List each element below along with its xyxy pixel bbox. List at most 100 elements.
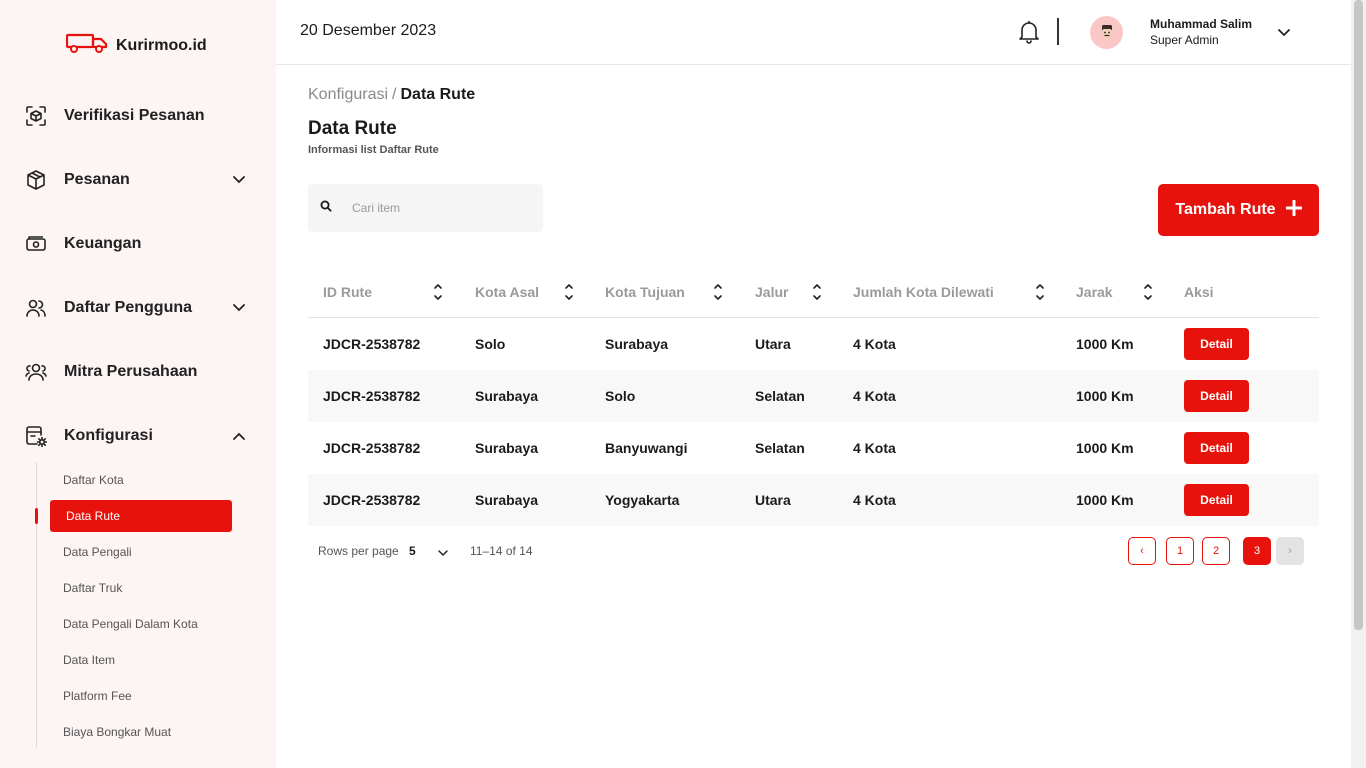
submenu-item-biaya-bongkar-muat[interactable]: Biaya Bongkar Muat [63,716,171,748]
column-header-jumlah-kota[interactable]: Jumlah Kota Dilewati [853,266,994,318]
chevron-down-icon[interactable] [1278,24,1292,38]
cell-jalur: Utara [755,336,791,352]
detail-button[interactable]: Detail [1184,328,1249,360]
cell-kota-tujuan: Banyuwangi [605,440,688,456]
cell-jumlah-kota: 4 Kota [853,336,896,352]
submenu-item-data-pengali[interactable]: Data Pengali [63,536,132,568]
top-header: 20 Desember 2023 Muhammad Salim Super Ad… [276,0,1351,65]
sort-icon[interactable] [433,282,443,302]
submenu-item-platform-fee[interactable]: Platform Fee [63,680,132,712]
cell-jalur: Utara [755,492,791,508]
submenu-item-data-pengali-dalam-kota[interactable]: Data Pengali Dalam Kota [63,608,198,640]
partner-icon [24,360,48,384]
package-icon [24,168,48,192]
sort-icon[interactable] [1035,282,1045,302]
active-indicator [35,508,38,524]
search-icon [320,199,332,217]
detail-button[interactable]: Detail [1184,380,1249,412]
submenu-item-daftar-truk[interactable]: Daftar Truk [63,572,122,604]
sidebar-item-label: Konfigurasi [64,427,153,444]
sort-icon[interactable] [713,282,723,302]
chevron-up-icon[interactable] [232,429,246,443]
sort-icon[interactable] [1143,282,1153,302]
sort-icon[interactable] [812,282,822,302]
users-icon [24,296,48,320]
pagination-next-button[interactable]: › [1276,537,1304,565]
sidebar-item-label: Mitra Perusahaan [64,363,198,380]
sidebar-item-mitra-perusahaan[interactable]: Mitra Perusahaan [24,352,246,392]
submenu-item-data-item[interactable]: Data Item [63,644,115,676]
page-subtitle: Informasi list Daftar Rute [308,144,439,156]
sidebar-item-label: Daftar Pengguna [64,299,193,316]
notification-bell-icon[interactable] [1018,20,1040,44]
vertical-scrollbar[interactable] [1351,0,1366,768]
add-route-button[interactable]: Tambah Rute [1158,184,1319,236]
table-row: JDCR-2538782 Surabaya Banyuwangi Selatan… [308,422,1319,474]
pagination-page-1[interactable]: 1 [1166,537,1194,565]
column-header-aksi: Aksi [1184,284,1214,300]
cell-id-rute: JDCR-2538782 [323,336,421,352]
brand-logo[interactable]: Kurirmoo.id [65,32,207,59]
column-header-jalur[interactable]: Jalur [755,266,788,318]
cell-id-rute: JDCR-2538782 [323,492,421,508]
cell-jalur: Selatan [755,388,805,404]
cell-kota-asal: Surabaya [475,492,539,508]
column-header-jarak[interactable]: Jarak [1076,266,1113,318]
sidebar-item-label: Pesanan [64,171,130,188]
pagination-page-3[interactable]: 3 [1243,537,1271,565]
search-box[interactable] [308,184,543,232]
truck-logo-icon [65,32,108,59]
cell-id-rute: JDCR-2538782 [323,388,421,404]
money-icon [24,232,48,256]
chevron-down-icon[interactable] [232,301,246,315]
chevron-down-icon[interactable] [437,546,449,558]
cell-jumlah-kota: 4 Kota [853,388,896,404]
rows-per-page-select[interactable]: 5 [409,544,416,558]
avatar[interactable] [1090,16,1123,49]
table-row: JDCR-2538782 Surabaya Yogyakarta Utara 4… [308,474,1319,526]
page-title: Data Rute [308,118,397,139]
pagination-page-2[interactable]: 2 [1202,537,1230,565]
column-header-id-rute[interactable]: ID Rute [323,266,372,318]
breadcrumb-current: Data Rute [400,86,476,103]
detail-button[interactable]: Detail [1184,432,1249,464]
cell-kota-tujuan: Surabaya [605,336,669,352]
cell-jarak: 1000 Km [1076,492,1134,508]
submenu-item-daftar-kota[interactable]: Daftar Kota [63,464,124,496]
cell-kota-asal: Solo [475,336,506,352]
column-header-kota-asal[interactable]: Kota Asal [475,266,539,318]
cell-kota-tujuan: Yogyakarta [605,492,680,508]
scrollbar-thumb[interactable] [1354,0,1363,630]
breadcrumb-parent[interactable]: Konfigurasi [308,86,388,103]
sidebar: Kurirmoo.id Verifikasi Pesanan Pesanan K… [0,0,276,768]
plus-icon [1285,199,1303,221]
sort-icon[interactable] [564,282,574,302]
table-row: JDCR-2538782 Solo Surabaya Utara 4 Kota … [308,318,1319,370]
cell-jalur: Selatan [755,440,805,456]
sidebar-item-verifikasi-pesanan[interactable]: Verifikasi Pesanan [24,96,246,136]
submenu-item-data-rute[interactable]: Data Rute [50,500,232,532]
cell-jumlah-kota: 4 Kota [853,492,896,508]
header-divider [1057,18,1059,45]
submenu-divider [36,462,37,748]
user-role: Super Admin [1150,33,1219,47]
cell-kota-asal: Surabaya [475,440,539,456]
scan-box-icon [24,104,48,128]
sidebar-item-daftar-pengguna[interactable]: Daftar Pengguna [24,288,246,328]
chevron-down-icon[interactable] [232,173,246,187]
table-row: JDCR-2538782 Surabaya Solo Selatan 4 Kot… [308,370,1319,422]
sidebar-item-konfigurasi[interactable]: Konfigurasi [24,416,246,456]
cell-kota-tujuan: Solo [605,388,636,404]
pagination-prev-button[interactable]: ‹ [1128,537,1156,565]
detail-button[interactable]: Detail [1184,484,1249,516]
sidebar-item-pesanan[interactable]: Pesanan [24,160,246,200]
breadcrumb: Konfigurasi / Data Rute [308,86,475,104]
config-icon [24,424,48,448]
current-date: 20 Desember 2023 [300,22,437,39]
table-header: ID Rute Kota Asal Kota Tujuan Jalur Juml… [308,266,1319,318]
sidebar-item-keuangan[interactable]: Keuangan [24,224,246,264]
routes-table: ID Rute Kota Asal Kota Tujuan Jalur Juml… [308,266,1319,526]
cell-jarak: 1000 Km [1076,440,1134,456]
search-input[interactable] [352,201,512,215]
column-header-kota-tujuan[interactable]: Kota Tujuan [605,266,685,318]
